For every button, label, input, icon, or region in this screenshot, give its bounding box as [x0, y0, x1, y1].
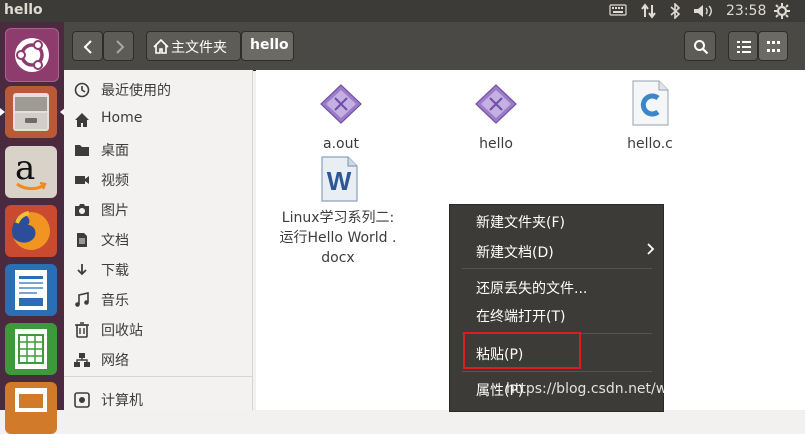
- launcher-dash-button[interactable]: [5, 28, 59, 82]
- trash-icon: [75, 322, 89, 338]
- file-item[interactable]: hello: [451, 78, 541, 158]
- launcher-amazon-button[interactable]: a: [5, 146, 57, 198]
- back-button[interactable]: [72, 31, 103, 61]
- launcher-calc-button[interactable]: [5, 323, 57, 375]
- grid-view-button[interactable]: [758, 31, 788, 61]
- menu-item-open-terminal[interactable]: 在终端打开(T): [476, 306, 565, 326]
- breadcrumb-home-label: 主文件夹: [171, 40, 227, 56]
- executable-icon: [320, 84, 362, 124]
- menu-separator: [462, 268, 652, 269]
- sidebar-item-music[interactable]: 音乐: [64, 284, 252, 314]
- executable-icon: [475, 84, 517, 124]
- volume-icon[interactable]: [692, 3, 714, 19]
- sidebar-item-trash[interactable]: 回收站: [64, 314, 252, 344]
- menu-item-restore-missing[interactable]: 还原丢失的文件...: [476, 278, 587, 298]
- breadcrumb-current[interactable]: hello: [241, 31, 294, 61]
- sidebar-item-label: 音乐: [101, 293, 129, 309]
- annotation-highlight-box: [463, 332, 581, 369]
- launcher: a: [0, 22, 65, 434]
- list-icon: [737, 41, 751, 53]
- computer-icon: [74, 392, 90, 408]
- breadcrumb-current-label: hello: [250, 37, 289, 53]
- chevron-left-icon: [83, 40, 92, 54]
- document-icon: [77, 233, 87, 247]
- sidebar-item-downloads[interactable]: 下载: [64, 254, 252, 284]
- search-icon: [694, 40, 709, 55]
- amazon-icon: a: [15, 148, 36, 188]
- download-icon: [77, 264, 87, 276]
- file-label: Linux学习系列二: 运行Hello World . docx: [279, 210, 397, 266]
- libreoffice-impress-icon: [13, 386, 49, 416]
- sidebar-item-label: 网络: [101, 353, 129, 369]
- launcher-writer-button[interactable]: [5, 264, 57, 316]
- camera-icon: [75, 204, 89, 216]
- firefox-icon: [9, 209, 53, 257]
- sidebar-item-home[interactable]: Home: [64, 104, 252, 134]
- grid-icon: [767, 41, 780, 52]
- search-button[interactable]: [684, 31, 716, 61]
- list-view-button[interactable]: [728, 31, 758, 61]
- clock[interactable]: 23:58: [726, 3, 766, 19]
- sidebar-divider: [64, 376, 252, 377]
- sidebar-item-label: 文档: [101, 233, 129, 249]
- sidebar-item-label: 图片: [101, 203, 129, 219]
- sidebar: 最近使用的 Home 桌面 视频 图片 文档 下载 音乐 回收站 网络 计算机: [64, 70, 253, 410]
- folder-icon: [75, 145, 89, 156]
- video-icon: [75, 176, 89, 184]
- launcher-files-button[interactable]: [5, 86, 57, 138]
- sidebar-item-network[interactable]: 网络: [64, 344, 252, 374]
- top-panel: hello 23:58: [0, 0, 805, 22]
- sidebar-item-desktop[interactable]: 桌面: [64, 134, 252, 164]
- file-item[interactable]: a.out: [296, 78, 386, 158]
- file-label: hello.c: [627, 136, 673, 152]
- breadcrumb-home[interactable]: 主文件夹: [146, 31, 241, 61]
- sidebar-item-recent[interactable]: 最近使用的: [64, 74, 252, 104]
- sidebar-item-label: 回收站: [101, 323, 143, 339]
- sidebar-item-pictures[interactable]: 图片: [64, 194, 252, 224]
- gear-icon[interactable]: [773, 3, 791, 19]
- bluetooth-icon[interactable]: [669, 2, 681, 20]
- sidebar-item-label: 计算机: [101, 393, 143, 409]
- home-icon: [75, 113, 89, 127]
- home-icon: [153, 39, 169, 54]
- file-item[interactable]: W Linux学习系列二: 运行Hello World . docx: [268, 152, 408, 272]
- music-icon: [75, 292, 89, 307]
- window-title: hello: [4, 2, 43, 18]
- header-bar: 主文件夹 hello: [64, 22, 805, 71]
- network-icon: [74, 353, 90, 367]
- libreoffice-writer-icon: [13, 268, 49, 316]
- sidebar-item-label: 最近使用的: [101, 83, 171, 99]
- active-indicator: [0, 108, 5, 116]
- menu-item-new-folder[interactable]: 新建文件夹(F): [476, 212, 565, 232]
- sidebar-item-label: Home: [101, 110, 143, 126]
- sidebar-item-documents[interactable]: 文档: [64, 224, 252, 254]
- forward-button[interactable]: [103, 31, 134, 61]
- menu-item-new-document[interactable]: 新建文档(D): [476, 242, 554, 262]
- file-label: a.out: [323, 136, 359, 152]
- submenu-arrow-icon: [647, 243, 655, 255]
- svg-text:W: W: [327, 166, 352, 196]
- sidebar-item-videos[interactable]: 视频: [64, 164, 252, 194]
- sidebar-item-label: 视频: [101, 173, 129, 189]
- ubuntu-logo-icon: [14, 37, 50, 77]
- file-item[interactable]: hello.c: [605, 78, 695, 158]
- watermark: https://blog.csdn.net/wangwenxue1989: [506, 381, 784, 397]
- libreoffice-calc-icon: [13, 327, 49, 375]
- file-cabinet-icon: [11, 91, 51, 137]
- launcher-impress-button[interactable]: [5, 382, 57, 434]
- clock-icon: [74, 82, 90, 98]
- network-arrows-icon[interactable]: [640, 3, 658, 19]
- sidebar-item-label: 下载: [101, 263, 129, 279]
- c-source-icon: [632, 80, 669, 126]
- chevron-right-icon: [116, 40, 125, 54]
- word-document-icon: W: [321, 156, 358, 202]
- launcher-firefox-button[interactable]: [5, 205, 57, 257]
- sidebar-item-label: 桌面: [101, 143, 129, 159]
- menu-separator: [462, 371, 652, 372]
- file-label: hello: [479, 136, 513, 152]
- keyboard-icon[interactable]: [609, 3, 627, 19]
